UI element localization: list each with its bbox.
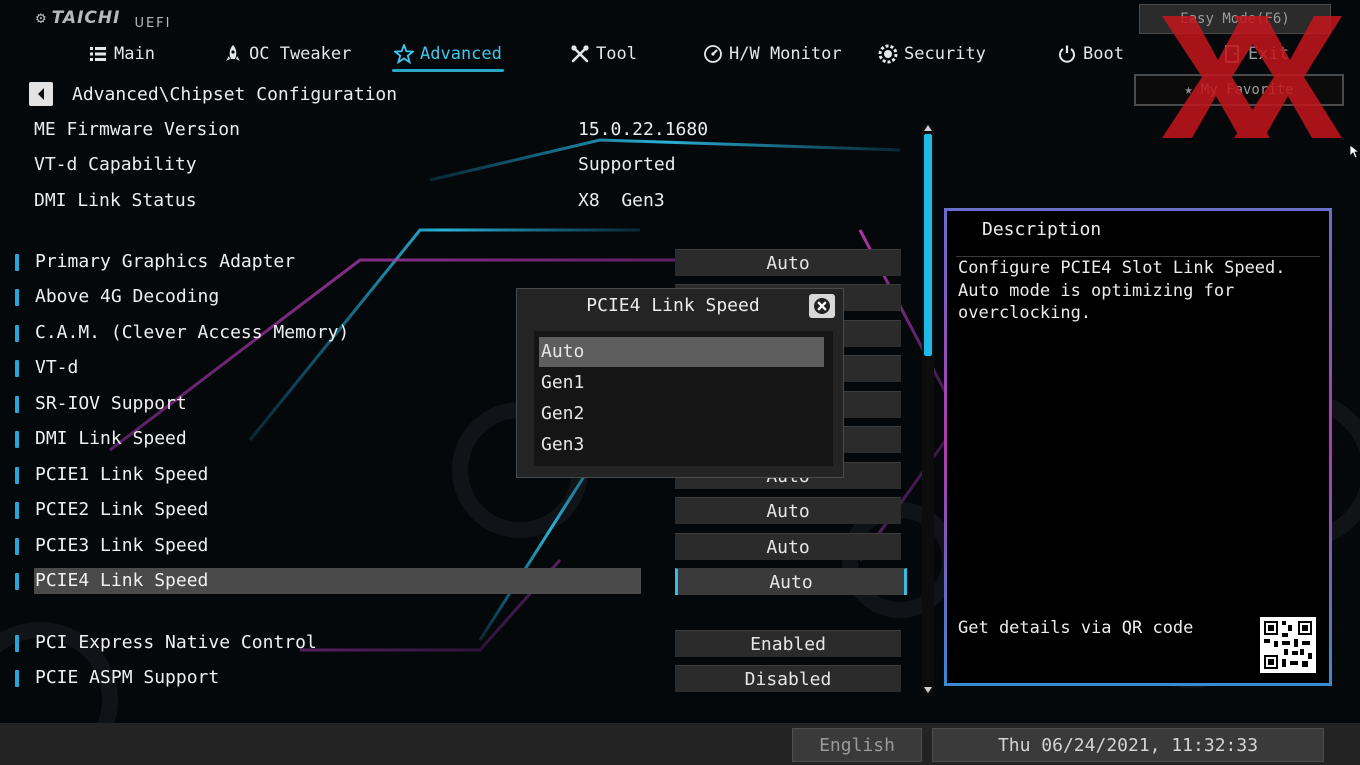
tab-main[interactable]: Main [88, 40, 155, 68]
triangle-down-icon [924, 687, 932, 693]
triangle-up-icon [924, 125, 932, 131]
shield-gear-icon [878, 44, 898, 64]
row-marker [15, 573, 19, 590]
qr-code-icon[interactable] [1260, 617, 1316, 673]
info-label-me-firmware: ME Firmware Version [34, 119, 240, 140]
setting-dmi-link-speed[interactable]: DMI Link Speed [34, 426, 187, 452]
tab-oc-tweaker[interactable]: OC Tweaker [223, 40, 351, 68]
setting-pci-express-native-control[interactable]: PCI Express Native Control [34, 630, 317, 656]
info-value-me-firmware: 15.0.22.1680 [578, 119, 709, 140]
row-marker [15, 325, 19, 342]
tab-boot[interactable]: Boot [1057, 40, 1124, 68]
tab-label: Advanced [420, 44, 502, 64]
setting-pcie2-link-speed[interactable]: PCIE2 Link Speed [34, 497, 208, 523]
tools-icon [571, 45, 589, 63]
breadcrumb: Advanced\Chipset Configuration [72, 84, 398, 105]
setting-vt-d[interactable]: VT-d [34, 355, 78, 381]
watermark-xx-logo [1162, 16, 1342, 138]
scrollbar-thumb[interactable] [924, 134, 932, 356]
info-value-vtd-capability: Supported [578, 154, 676, 175]
row-marker [15, 431, 19, 448]
language-button[interactable]: English [792, 728, 922, 762]
tab-label: Tool [596, 44, 637, 64]
brand-logo: ⚙ TAICHI UEFI [36, 8, 172, 31]
scroll-up-arrow[interactable] [922, 123, 934, 133]
row-marker [15, 670, 19, 687]
row-marker [15, 396, 19, 413]
gauge-icon [704, 45, 722, 63]
logo-icon: ⚙ [36, 8, 46, 27]
setting-above-4g-decoding[interactable]: Above 4G Decoding [34, 284, 219, 310]
tab-advanced[interactable]: Advanced [392, 40, 504, 72]
datetime-display[interactable]: Thu 06/24/2021, 11:32:33 [932, 728, 1324, 762]
row-marker [15, 289, 19, 306]
star-icon [394, 44, 414, 64]
power-icon [1059, 45, 1075, 63]
row-marker [15, 502, 19, 519]
mouse-cursor-icon [1350, 145, 1360, 159]
setting-sr-iov-support[interactable]: SR-IOV Support [34, 391, 187, 417]
value-pcie3-link-speed[interactable]: Auto [675, 533, 901, 560]
link-speed-dialog: PCIE4 Link Speed Auto Gen1 Gen2 Gen3 [516, 288, 844, 478]
row-marker [15, 467, 19, 484]
uefi-label: UEFI [134, 16, 172, 31]
info-value-dmi-link-status: X8 Gen3 [578, 190, 665, 211]
value-primary-graphics-adapter[interactable]: Auto [675, 249, 901, 276]
setting-cam-clever-access-memory[interactable]: C.A.M. (Clever Access Memory) [34, 320, 349, 346]
setting-pcie-aspm-support[interactable]: PCIE ASPM Support [34, 665, 219, 691]
setting-pcie3-link-speed[interactable]: PCIE3 Link Speed [34, 533, 208, 559]
rocket-icon [226, 45, 240, 61]
tab-label: Boot [1083, 44, 1124, 64]
dialog-title: PCIE4 Link Speed [586, 295, 760, 316]
tab-security[interactable]: Security [878, 40, 986, 68]
setting-primary-graphics-adapter[interactable]: Primary Graphics Adapter [34, 249, 295, 275]
description-text: Configure PCIE4 Slot Link Speed. Auto mo… [958, 258, 1286, 323]
tab-label: Main [114, 44, 155, 64]
value-pcie-aspm-support[interactable]: Disabled [675, 665, 901, 692]
row-marker [15, 360, 19, 377]
dialog-option-auto[interactable]: Auto [539, 337, 824, 367]
info-label-vtd-capability: VT-d Capability [34, 154, 197, 175]
dialog-option-gen2[interactable]: Gen2 [539, 399, 824, 429]
qr-code-label: Get details via QR code [958, 618, 1194, 638]
back-arrow-icon [38, 88, 44, 100]
tab-hw-monitor[interactable]: H/W Monitor [703, 40, 842, 68]
scroll-down-arrow[interactable] [922, 685, 934, 695]
row-marker [15, 635, 19, 652]
close-icon [814, 298, 830, 314]
info-label-dmi-link-status: DMI Link Status [34, 190, 197, 211]
setting-pcie1-link-speed[interactable]: PCIE1 Link Speed [34, 462, 208, 488]
row-marker [15, 538, 19, 555]
value-pcie2-link-speed[interactable]: Auto [675, 497, 901, 524]
list-icon [90, 47, 106, 61]
value-pci-express-native-control[interactable]: Enabled [675, 630, 901, 657]
description-title: Description [982, 219, 1102, 240]
tab-tool[interactable]: Tool [570, 40, 637, 68]
value-pcie4-link-speed[interactable]: Auto [675, 568, 907, 595]
dialog-option-gen3[interactable]: Gen3 [539, 430, 824, 460]
back-button[interactable] [29, 82, 53, 106]
row-marker [15, 254, 19, 271]
dialog-option-gen1[interactable]: Gen1 [539, 368, 824, 398]
tab-label: OC Tweaker [249, 44, 352, 64]
dialog-options-list: Auto Gen1 Gen2 Gen3 [534, 331, 833, 466]
tab-label: H/W Monitor [729, 44, 842, 64]
dialog-close-button[interactable] [809, 294, 835, 318]
tab-label: Security [904, 44, 986, 64]
setting-pcie4-link-speed[interactable]: PCIE4 Link Speed [34, 568, 641, 594]
brand-name: TAICHI [51, 8, 121, 28]
